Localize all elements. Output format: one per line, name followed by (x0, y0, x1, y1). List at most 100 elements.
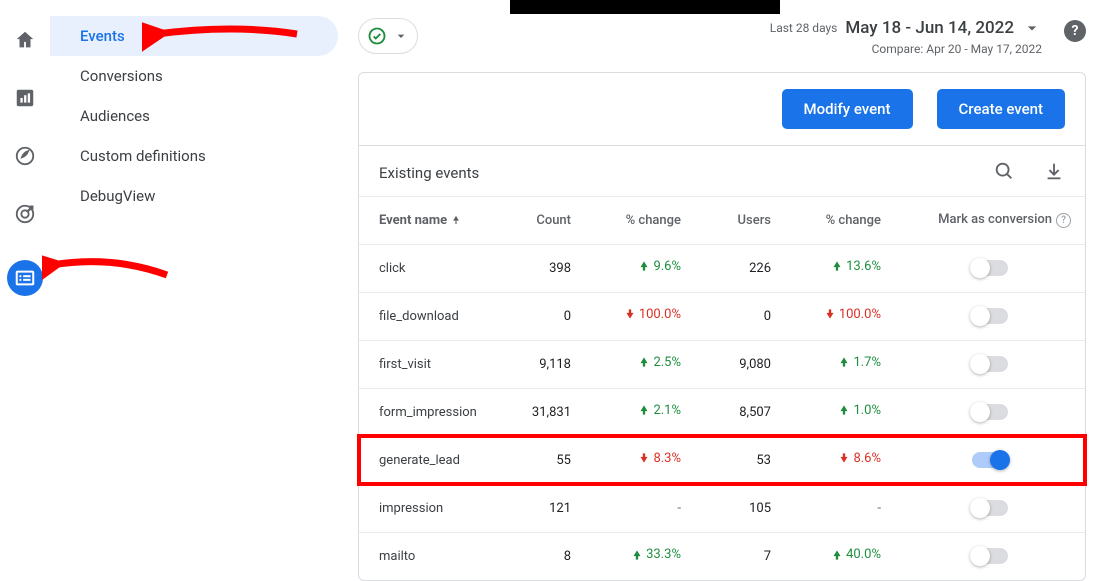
advertising-icon[interactable] (13, 202, 37, 226)
cell-change: 40.0% (785, 532, 895, 580)
change-value: 33.3% (630, 547, 681, 562)
cell-toggle (895, 244, 1085, 292)
cell-toggle (895, 484, 1085, 532)
sidenav-label: Audiences (80, 107, 150, 125)
cell-change: - (585, 484, 695, 532)
conversion-toggle[interactable] (972, 308, 1008, 324)
home-icon[interactable] (13, 28, 37, 52)
cell-event-name: form_impression (359, 388, 495, 436)
cell-users: 7 (695, 532, 785, 580)
card-title: Existing events (379, 164, 479, 182)
sidenav-item-debugview[interactable]: DebugView (50, 176, 338, 216)
chevron-down-icon (1022, 18, 1042, 38)
cell-count: 121 (495, 484, 585, 532)
cell-change: 2.1% (585, 388, 695, 436)
sidenav-label: Events (80, 27, 125, 45)
change-value: 1.7% (837, 355, 881, 370)
cell-event-name: first_visit (359, 340, 495, 388)
create-event-button[interactable]: Create event (937, 89, 1066, 129)
cell-users: 53 (695, 436, 785, 484)
sidenav-item-audiences[interactable]: Audiences (50, 96, 338, 136)
conversion-toggle[interactable] (972, 548, 1008, 564)
change-value: 8.3% (637, 451, 681, 466)
sidenav-label: DebugView (80, 187, 155, 205)
explore-icon[interactable] (13, 144, 37, 168)
change-value: 100.0% (823, 307, 881, 322)
date-range-value: May 18 - Jun 14, 2022 (845, 18, 1014, 38)
change-value: 9.6% (637, 259, 681, 274)
table-row[interactable]: file_download0100.0%0100.0% (359, 292, 1085, 340)
cell-change: 1.7% (785, 340, 895, 388)
col-users[interactable]: Users (695, 196, 785, 244)
date-range-label: Last 28 days (770, 21, 838, 35)
conversion-toggle[interactable] (972, 356, 1008, 372)
help-icon[interactable]: ? (1064, 20, 1086, 42)
cell-change: 33.3% (585, 532, 695, 580)
change-value: 100.0% (623, 307, 681, 322)
col-count[interactable]: Count (495, 196, 585, 244)
status-dropdown[interactable] (358, 18, 418, 54)
col-change-2[interactable]: % change (785, 196, 895, 244)
cell-count: 0 (495, 292, 585, 340)
cell-users: 8,507 (695, 388, 785, 436)
cell-change: 13.6% (785, 244, 895, 292)
change-value: 2.1% (637, 403, 681, 418)
main-content: Last 28 days May 18 - Jun 14, 2022 Compa… (346, 0, 1116, 581)
cell-change: 8.3% (585, 436, 695, 484)
table-row[interactable]: impression121-105- (359, 484, 1085, 532)
table-row[interactable]: first_visit9,118 2.5% 9,080 1.7% (359, 340, 1085, 388)
side-nav: Events Conversions Audiences Custom defi… (50, 0, 346, 581)
table-row[interactable]: generate_lead55 8.3% 53 8.6% (359, 436, 1085, 484)
cell-change: 100.0% (585, 292, 695, 340)
cell-count: 398 (495, 244, 585, 292)
change-value: 2.5% (637, 355, 681, 370)
cell-event-name: file_download (359, 292, 495, 340)
conversion-toggle[interactable] (972, 404, 1008, 420)
reports-icon[interactable] (13, 86, 37, 110)
cell-change: - (785, 484, 895, 532)
help-tooltip-icon[interactable]: ? (1056, 213, 1071, 228)
conversion-toggle[interactable] (972, 500, 1008, 516)
cell-count: 31,831 (495, 388, 585, 436)
configure-icon[interactable] (7, 260, 43, 296)
events-card: Modify event Create event Existing event… (358, 72, 1086, 581)
cell-change: 100.0% (785, 292, 895, 340)
chevron-down-icon (393, 28, 409, 44)
cell-change: 9.6% (585, 244, 695, 292)
cell-count: 9,118 (495, 340, 585, 388)
cell-users: 0 (695, 292, 785, 340)
cell-toggle (895, 292, 1085, 340)
cell-change: 1.0% (785, 388, 895, 436)
change-value: 1.0% (837, 403, 881, 418)
cell-count: 55 (495, 436, 585, 484)
date-range-picker[interactable]: Last 28 days May 18 - Jun 14, 2022 (770, 18, 1042, 38)
cell-users: 226 (695, 244, 785, 292)
col-change-1[interactable]: % change (585, 196, 695, 244)
cell-change: 2.5% (585, 340, 695, 388)
conversion-toggle[interactable] (972, 452, 1008, 468)
sidenav-label: Conversions (80, 67, 163, 85)
change-value: - (677, 501, 681, 516)
change-value: 13.6% (830, 259, 881, 274)
cell-toggle (895, 340, 1085, 388)
sidenav-item-custom-definitions[interactable]: Custom definitions (50, 136, 338, 176)
change-value: 8.6% (837, 451, 881, 466)
change-value: - (877, 501, 881, 516)
cell-event-name: generate_lead (359, 436, 495, 484)
cell-users: 9,080 (695, 340, 785, 388)
modify-event-button[interactable]: Modify event (782, 89, 913, 129)
download-icon[interactable] (1043, 160, 1065, 186)
cell-toggle (895, 532, 1085, 580)
col-event-name[interactable]: Event name (359, 196, 495, 244)
redaction-bar (510, 0, 780, 14)
table-row[interactable]: form_impression31,831 2.1% 8,507 1.0% (359, 388, 1085, 436)
conversion-toggle[interactable] (972, 260, 1008, 276)
sidenav-item-conversions[interactable]: Conversions (50, 56, 338, 96)
sidenav-item-events[interactable]: Events (50, 16, 338, 56)
search-icon[interactable] (993, 160, 1015, 186)
date-compare-value: Compare: Apr 20 - May 17, 2022 (872, 42, 1042, 56)
table-row[interactable]: mailto833.3%740.0% (359, 532, 1085, 580)
cell-event-name: mailto (359, 532, 495, 580)
table-row[interactable]: click3989.6%22613.6% (359, 244, 1085, 292)
cell-users: 105 (695, 484, 785, 532)
